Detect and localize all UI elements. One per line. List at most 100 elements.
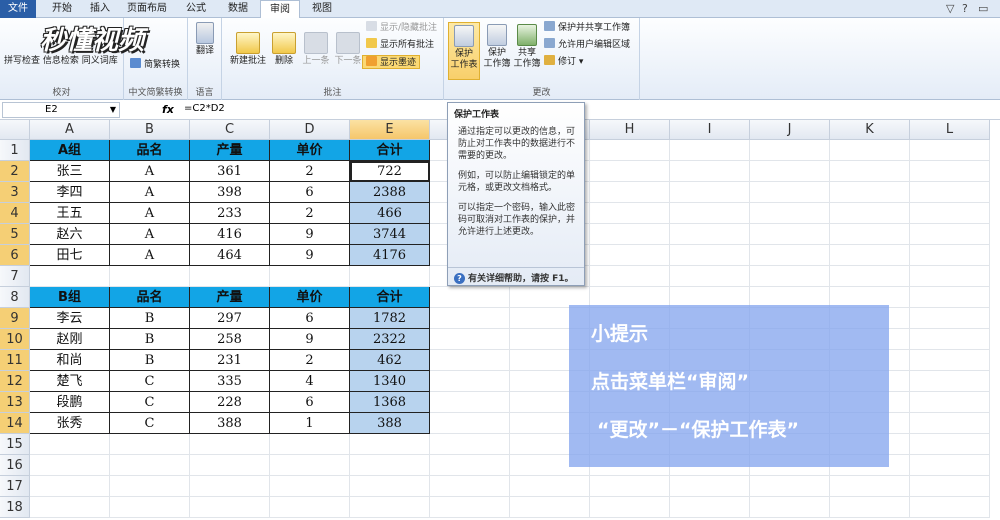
grid-cell[interactable] bbox=[910, 182, 990, 203]
table-cell[interactable]: 2388 bbox=[350, 182, 430, 203]
grid-cell[interactable] bbox=[350, 455, 430, 476]
column-header[interactable]: D bbox=[270, 120, 350, 140]
table-cell[interactable]: 388 bbox=[350, 413, 430, 434]
spell-check-button[interactable]: 拼写检查 bbox=[4, 56, 40, 66]
table-cell[interactable]: 3744 bbox=[350, 224, 430, 245]
previous-comment-button[interactable]: 上一条 bbox=[300, 32, 332, 67]
row-header[interactable]: 16 bbox=[0, 455, 30, 476]
table-cell[interactable]: 和尚 bbox=[30, 350, 110, 371]
table-cell[interactable]: 2 bbox=[270, 350, 350, 371]
row-header[interactable]: 11 bbox=[0, 350, 30, 371]
select-all-corner[interactable] bbox=[0, 120, 30, 140]
grid-cell[interactable] bbox=[30, 434, 110, 455]
grid-cell[interactable] bbox=[910, 266, 990, 287]
table-cell[interactable]: 388 bbox=[190, 413, 270, 434]
table-cell[interactable]: 6 bbox=[270, 182, 350, 203]
grid-cell[interactable] bbox=[670, 203, 750, 224]
table-cell[interactable]: 李四 bbox=[30, 182, 110, 203]
table-cell[interactable]: 1340 bbox=[350, 371, 430, 392]
convert-button[interactable]: 简繁转换 bbox=[130, 58, 180, 72]
grid-cell[interactable] bbox=[350, 434, 430, 455]
grid-cell[interactable] bbox=[590, 497, 670, 518]
row-header[interactable]: 8 bbox=[0, 287, 30, 308]
grid-cell[interactable] bbox=[110, 434, 190, 455]
row-header[interactable]: 10 bbox=[0, 329, 30, 350]
table-header-cell[interactable]: 单价 bbox=[270, 287, 350, 308]
table-header-cell[interactable]: 品名 bbox=[110, 140, 190, 161]
grid-cell[interactable] bbox=[910, 287, 990, 308]
grid-cell[interactable] bbox=[670, 182, 750, 203]
table-cell[interactable]: 1 bbox=[270, 413, 350, 434]
track-changes-button[interactable]: 修订 ▾ bbox=[544, 55, 583, 69]
grid-cell[interactable] bbox=[750, 497, 830, 518]
tab-review[interactable]: 审阅 bbox=[260, 0, 300, 19]
grid-cell[interactable] bbox=[750, 224, 830, 245]
column-header[interactable]: L bbox=[910, 120, 990, 140]
grid-cell[interactable] bbox=[430, 329, 510, 350]
row-header[interactable]: 9 bbox=[0, 308, 30, 329]
grid-cell[interactable] bbox=[750, 182, 830, 203]
protect-share-workbook-button[interactable]: 保护并共享工作簿 bbox=[544, 21, 630, 35]
column-header[interactable]: K bbox=[830, 120, 910, 140]
grid-cell[interactable] bbox=[590, 245, 670, 266]
new-comment-button[interactable]: 新建批注 bbox=[228, 32, 268, 67]
table-cell[interactable]: B bbox=[110, 308, 190, 329]
grid-cell[interactable] bbox=[430, 497, 510, 518]
tab-view[interactable]: 视图 bbox=[302, 0, 342, 18]
row-header[interactable]: 1 bbox=[0, 140, 30, 161]
row-header[interactable]: 17 bbox=[0, 476, 30, 497]
table-cell[interactable]: 398 bbox=[190, 182, 270, 203]
grid-cell[interactable] bbox=[430, 476, 510, 497]
grid-cell[interactable] bbox=[750, 245, 830, 266]
table-cell[interactable]: 王五 bbox=[30, 203, 110, 224]
table-cell[interactable]: 9 bbox=[270, 329, 350, 350]
table-cell[interactable]: 722 bbox=[350, 161, 430, 182]
table-header-cell[interactable]: 产量 bbox=[190, 287, 270, 308]
grid-cell[interactable] bbox=[110, 455, 190, 476]
grid-cell[interactable] bbox=[670, 245, 750, 266]
grid-cell[interactable] bbox=[190, 455, 270, 476]
table-cell[interactable]: 楚飞 bbox=[30, 371, 110, 392]
table-header-cell[interactable]: 单价 bbox=[270, 140, 350, 161]
tab-file[interactable]: 文件 bbox=[0, 0, 36, 18]
table-cell[interactable]: C bbox=[110, 371, 190, 392]
grid-cell[interactable] bbox=[590, 182, 670, 203]
table-cell[interactable]: 464 bbox=[190, 245, 270, 266]
table-cell[interactable]: B bbox=[110, 350, 190, 371]
row-header[interactable]: 12 bbox=[0, 371, 30, 392]
table-header-cell[interactable]: 合计 bbox=[350, 287, 430, 308]
grid-cell[interactable] bbox=[750, 266, 830, 287]
grid-cell[interactable] bbox=[590, 161, 670, 182]
delete-comment-button[interactable]: 删除 bbox=[270, 32, 298, 67]
grid-cell[interactable] bbox=[30, 455, 110, 476]
grid-cell[interactable] bbox=[430, 308, 510, 329]
translate-button[interactable]: 翻译 bbox=[192, 22, 218, 57]
row-header[interactable]: 6 bbox=[0, 245, 30, 266]
grid-cell[interactable] bbox=[590, 140, 670, 161]
row-header[interactable]: 18 bbox=[0, 497, 30, 518]
grid-cell[interactable] bbox=[830, 203, 910, 224]
tab-page-layout[interactable]: 页面布局 bbox=[120, 0, 174, 18]
help-icon[interactable]: ? bbox=[962, 2, 968, 15]
table-header-cell[interactable]: A组 bbox=[30, 140, 110, 161]
grid-cell[interactable] bbox=[750, 140, 830, 161]
grid-cell[interactable] bbox=[670, 266, 750, 287]
grid-cell[interactable] bbox=[910, 308, 990, 329]
function-icon[interactable]: fx bbox=[162, 103, 174, 116]
grid-cell[interactable] bbox=[670, 497, 750, 518]
grid-cell[interactable] bbox=[190, 434, 270, 455]
tab-home[interactable]: 开始 bbox=[44, 0, 80, 18]
grid-cell[interactable] bbox=[910, 371, 990, 392]
grid-cell[interactable] bbox=[190, 266, 270, 287]
grid-cell[interactable] bbox=[910, 434, 990, 455]
grid-cell[interactable] bbox=[590, 224, 670, 245]
grid-cell[interactable] bbox=[830, 245, 910, 266]
grid-cell[interactable] bbox=[830, 182, 910, 203]
show-hide-comment-button[interactable]: 显示/隐藏批注 bbox=[366, 21, 437, 35]
table-cell[interactable]: 297 bbox=[190, 308, 270, 329]
grid-cell[interactable] bbox=[430, 455, 510, 476]
grid-cell[interactable] bbox=[750, 203, 830, 224]
grid-cell[interactable] bbox=[830, 266, 910, 287]
table-header-cell[interactable]: 品名 bbox=[110, 287, 190, 308]
table-cell[interactable]: 张三 bbox=[30, 161, 110, 182]
